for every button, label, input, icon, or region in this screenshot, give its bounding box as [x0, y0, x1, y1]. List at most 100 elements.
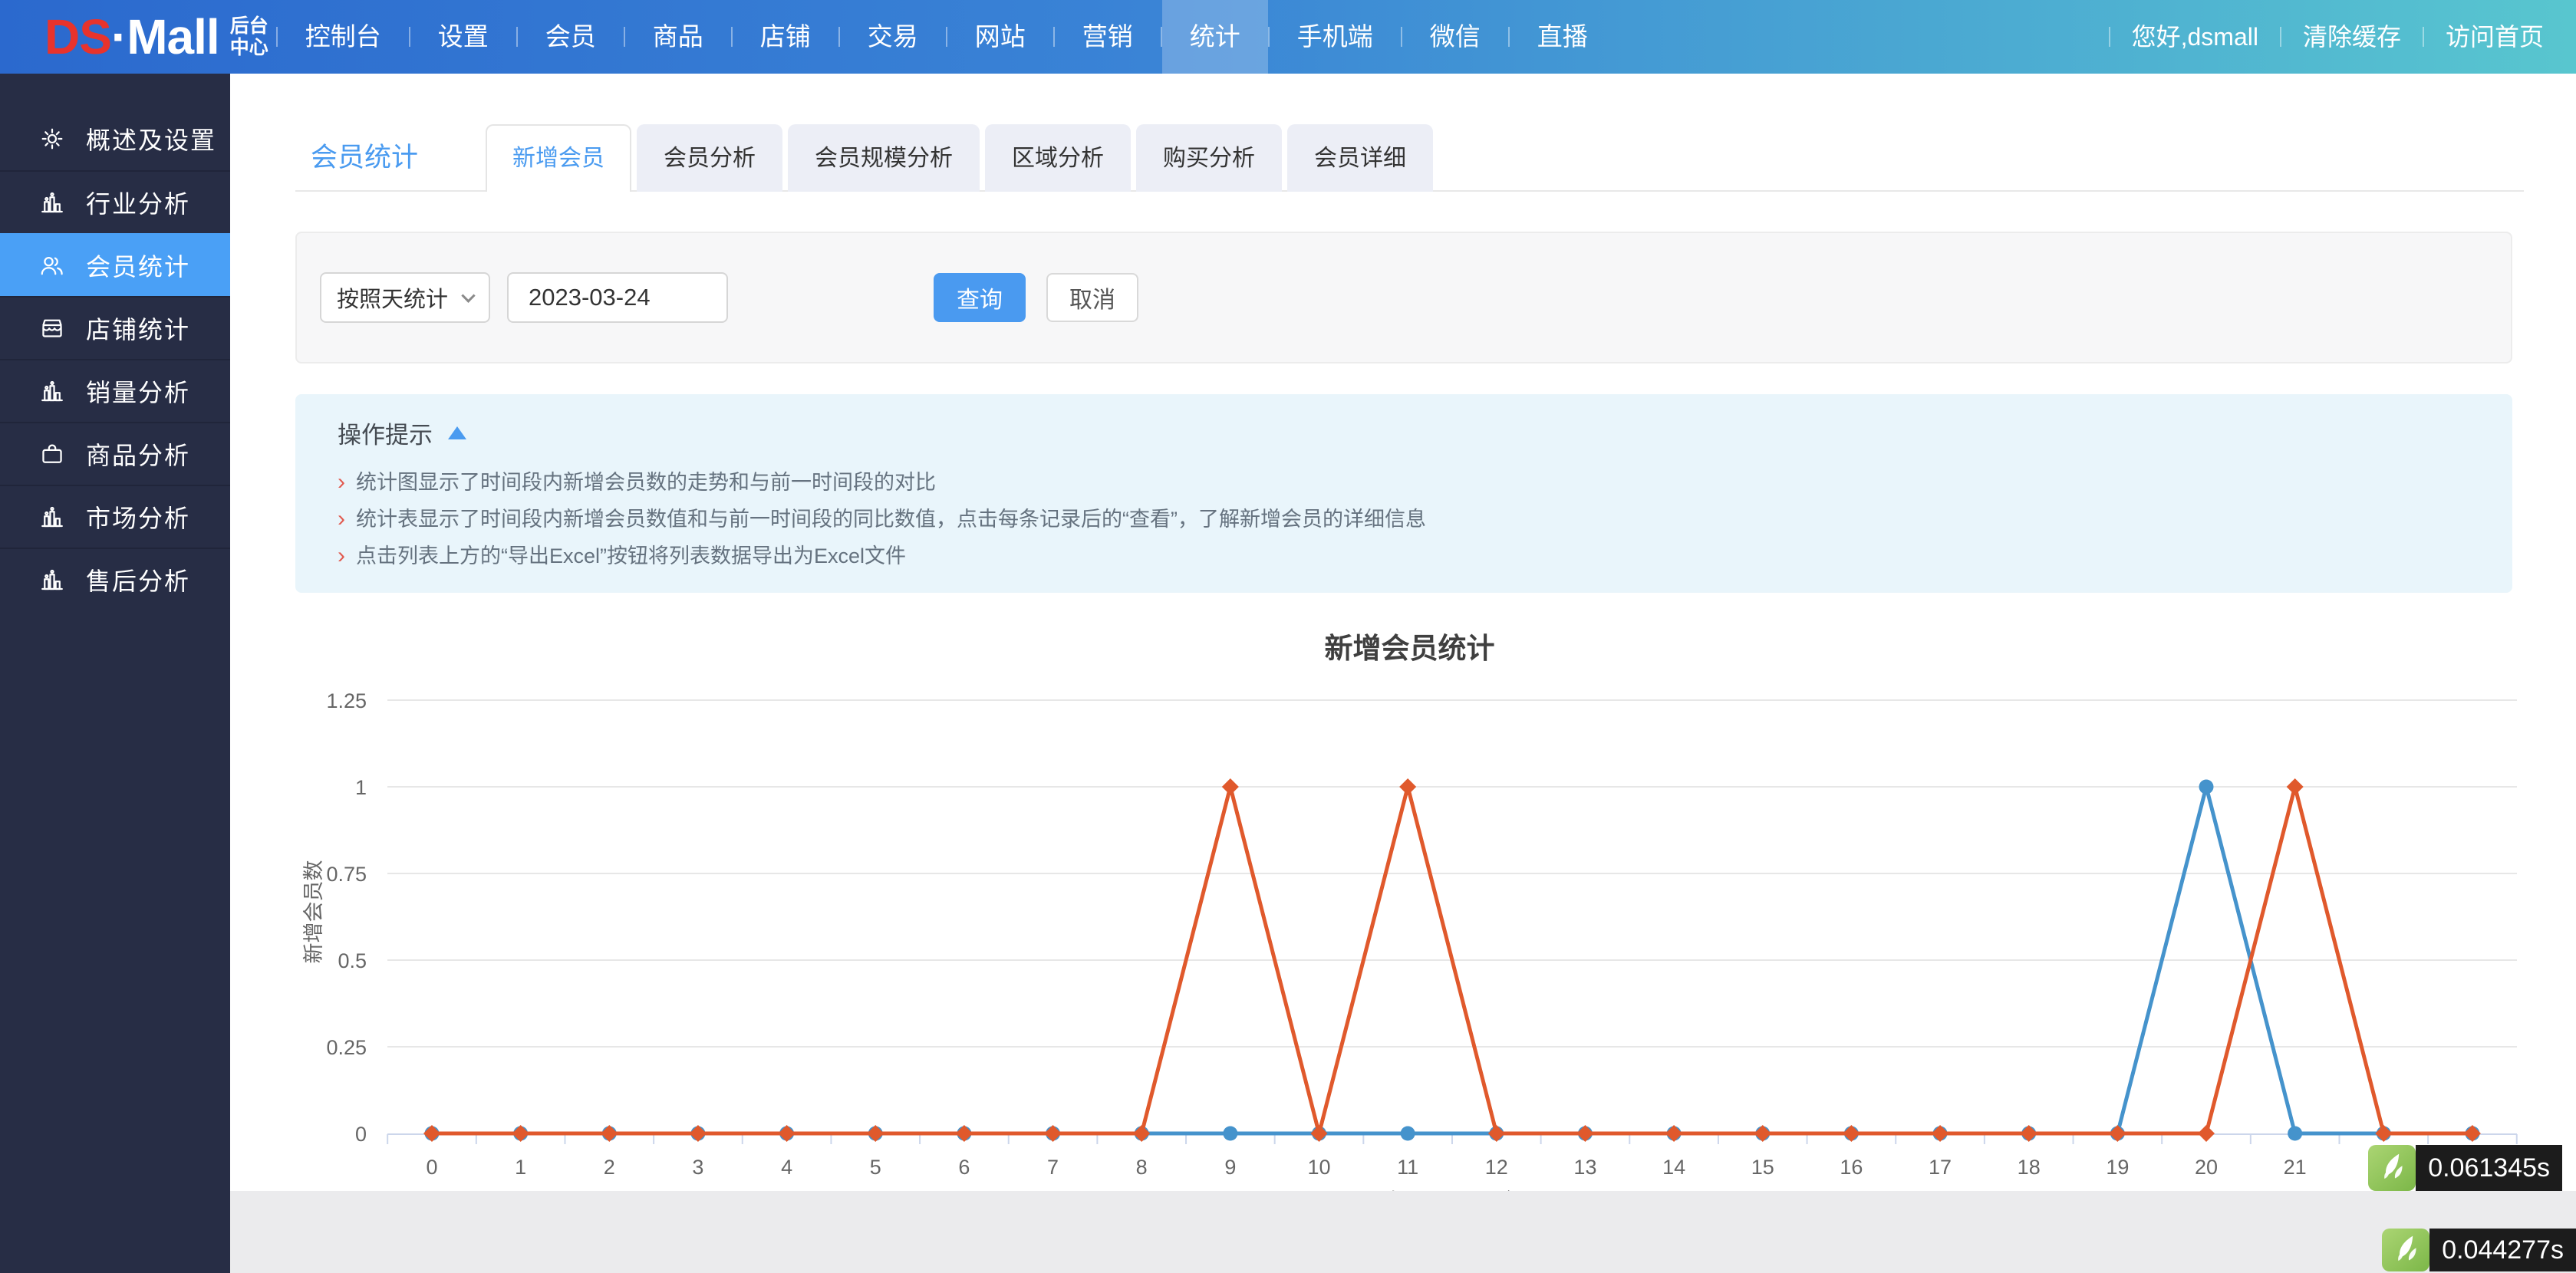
nav-item-member[interactable]: 会员 [518, 0, 624, 74]
legend-item-today[interactable]: 今天 [1437, 1189, 1544, 1191]
nav-item-live[interactable]: 直播 [1510, 0, 1616, 74]
navbar-right: 您好,dsmall清除缓存访问首页 [2109, 0, 2576, 74]
shop-icon [38, 314, 68, 343]
y-tick-label: 0 [355, 1123, 367, 1146]
query-button[interactable]: 查询 [934, 273, 1026, 322]
series-marker-yesterday [1223, 1127, 1237, 1141]
nav-item-console[interactable]: 控制台 [278, 0, 409, 74]
x-tick-label: 0 [426, 1156, 437, 1179]
sidebar-item-aftersale-analysis[interactable]: 售后分析 [0, 548, 230, 610]
sidebar-item-goods-analysis[interactable]: 商品分析 [0, 422, 230, 485]
series-marker-today [1754, 1125, 1771, 1142]
sidebar-item-label: 销量分析 [86, 373, 190, 409]
cancel-button[interactable]: 取消 [1046, 273, 1138, 322]
series-marker-yesterday [1401, 1127, 1415, 1141]
y-tick-label: 0.75 [326, 863, 367, 886]
series-marker-today [956, 1125, 973, 1142]
tip-line-text: 统计图显示了时间段内新增会员数的走势和与前一时间段的对比 [356, 471, 936, 495]
period-select[interactable]: 按照天统计 [320, 272, 490, 323]
x-tick-label: 4 [781, 1156, 792, 1179]
x-tick-label: 11 [1397, 1156, 1418, 1179]
x-tick-label: 10 [1307, 1156, 1330, 1179]
bar-chart-icon [38, 377, 68, 406]
tab-new-members[interactable]: 新增会员 [486, 124, 631, 192]
series-marker-today [2287, 778, 2304, 795]
sidebar-item-member-stats[interactable]: 会员统计 [0, 233, 230, 296]
sidebar-item-market-analysis[interactable]: 市场分析 [0, 485, 230, 548]
legend-item-yesterday[interactable]: 昨天 [1320, 1189, 1428, 1191]
collapse-up-icon[interactable] [448, 426, 466, 439]
nav-right-item-greeting[interactable]: 您好,dsmall [2110, 0, 2280, 74]
x-tick-label: 1 [515, 1156, 526, 1179]
series-marker-today [1665, 1125, 1682, 1142]
nav-item-goods[interactable]: 商品 [625, 0, 731, 74]
tab-region-analysis[interactable]: 区域分析 [985, 124, 1131, 192]
series-marker-yesterday [2288, 1127, 2302, 1141]
x-tick-label: 9 [1224, 1156, 1236, 1179]
series-marker-today [423, 1125, 440, 1142]
x-tick-label: 16 [1840, 1156, 1863, 1179]
date-input[interactable]: 2023-03-24 [507, 272, 728, 323]
nav-item-wechat[interactable]: 微信 [1402, 0, 1508, 74]
sidebar-item-store-stats[interactable]: 店铺统计 [0, 296, 230, 359]
tip-line-text: 点击列表上方的“导出Excel”按钮将列表数据导出为Excel文件 [356, 544, 906, 568]
chevron-down-icon [461, 288, 475, 302]
series-marker-yesterday [2199, 780, 2214, 794]
series-marker-today [1311, 1125, 1328, 1142]
tip-line-text: 统计表显示了时间段内新增会员数值和与前一时间段的同比数值，点击每条记录后的“查看… [356, 508, 1426, 531]
x-tick-label: 17 [1929, 1156, 1952, 1179]
brand-logo-subtitle: 后台 中心 [230, 15, 268, 58]
sidebar-item-label: 行业分析 [86, 185, 190, 220]
series-marker-today [867, 1125, 884, 1142]
nav-item-settings[interactable]: 设置 [410, 0, 516, 74]
series-marker-today [2198, 1125, 2215, 1142]
tips-lines: ›统计图显示了时间段内新增会员数的走势和与前一时间段的对比›统计表显示了时间段内… [338, 470, 2512, 568]
tab-member-analysis[interactable]: 会员分析 [637, 124, 782, 192]
bar-chart-icon [38, 502, 68, 531]
x-tick-label: 13 [1573, 1156, 1596, 1179]
nav-item-website[interactable]: 网站 [947, 0, 1053, 74]
brand-logo-mall: ·Mall [111, 8, 219, 65]
page-timer-value: 0.044277s [2429, 1229, 2576, 1271]
sidebar-item-industry-analysis[interactable]: 行业分析 [0, 170, 230, 233]
x-tick-label: 18 [2018, 1156, 2041, 1179]
brand-logo-subtitle-line2: 中心 [230, 37, 268, 58]
x-tick-label: 7 [1047, 1156, 1059, 1179]
brand-logo-subtitle-line1: 后台 [230, 15, 268, 37]
page-timer-badge: 0.044277s [2382, 1229, 2576, 1271]
tab-purchase-analysis[interactable]: 购买分析 [1136, 124, 1282, 192]
nav-item-stats[interactable]: 统计 [1162, 0, 1268, 74]
member-growth-chart: 00.250.50.7511.25新增会员数012345678910111213… [295, 682, 2524, 1191]
tab-member-detail[interactable]: 会员详细 [1287, 124, 1433, 192]
bullet-arrow-icon: › [338, 507, 345, 531]
nav-item-mobile[interactable]: 手机端 [1270, 0, 1401, 74]
nav-item-trade[interactable]: 交易 [840, 0, 946, 74]
x-tick-label: 19 [2106, 1156, 2129, 1179]
brand-logo-ds: DS [44, 8, 111, 65]
series-marker-today [1576, 1125, 1593, 1142]
y-axis-title: 新增会员数 [302, 860, 325, 964]
nav-item-marketing[interactable]: 营销 [1055, 0, 1161, 74]
series-marker-today [2021, 1125, 2037, 1142]
sidebar-item-label: 店铺统计 [86, 311, 190, 346]
sidebar-item-label: 售后分析 [86, 562, 190, 597]
x-tick-label: 15 [1751, 1156, 1774, 1179]
y-tick-label: 1.25 [326, 689, 367, 712]
y-tick-label: 1 [355, 776, 367, 799]
tab-member-scale-analysis[interactable]: 会员规模分析 [788, 124, 980, 192]
period-select-value: 按照天统计 [337, 281, 448, 314]
x-tick-label: 14 [1662, 1156, 1685, 1179]
series-marker-today [1488, 1125, 1505, 1142]
nav-right-item-visit-home[interactable]: 访问首页 [2424, 0, 2565, 74]
tip-line: ›点击列表上方的“导出Excel”按钮将列表数据导出为Excel文件 [338, 544, 2512, 568]
series-marker-today [690, 1125, 707, 1142]
nav-right-item-clear-cache[interactable]: 清除缓存 [2281, 0, 2423, 74]
thinkphp-leaf-icon [2368, 1145, 2416, 1191]
sidebar-item-overview-settings[interactable]: 概述及设置 [0, 107, 230, 170]
sidebar-item-sales-analysis[interactable]: 销量分析 [0, 359, 230, 422]
x-tick-label: 3 [692, 1156, 703, 1179]
main-area: 会员统计 新增会员会员分析会员规模分析区域分析购买分析会员详细 按照天统计 20… [230, 74, 2576, 1273]
nav-item-store[interactable]: 店铺 [733, 0, 838, 74]
x-tick-label: 20 [2195, 1156, 2218, 1179]
series-marker-today [2464, 1125, 2481, 1142]
